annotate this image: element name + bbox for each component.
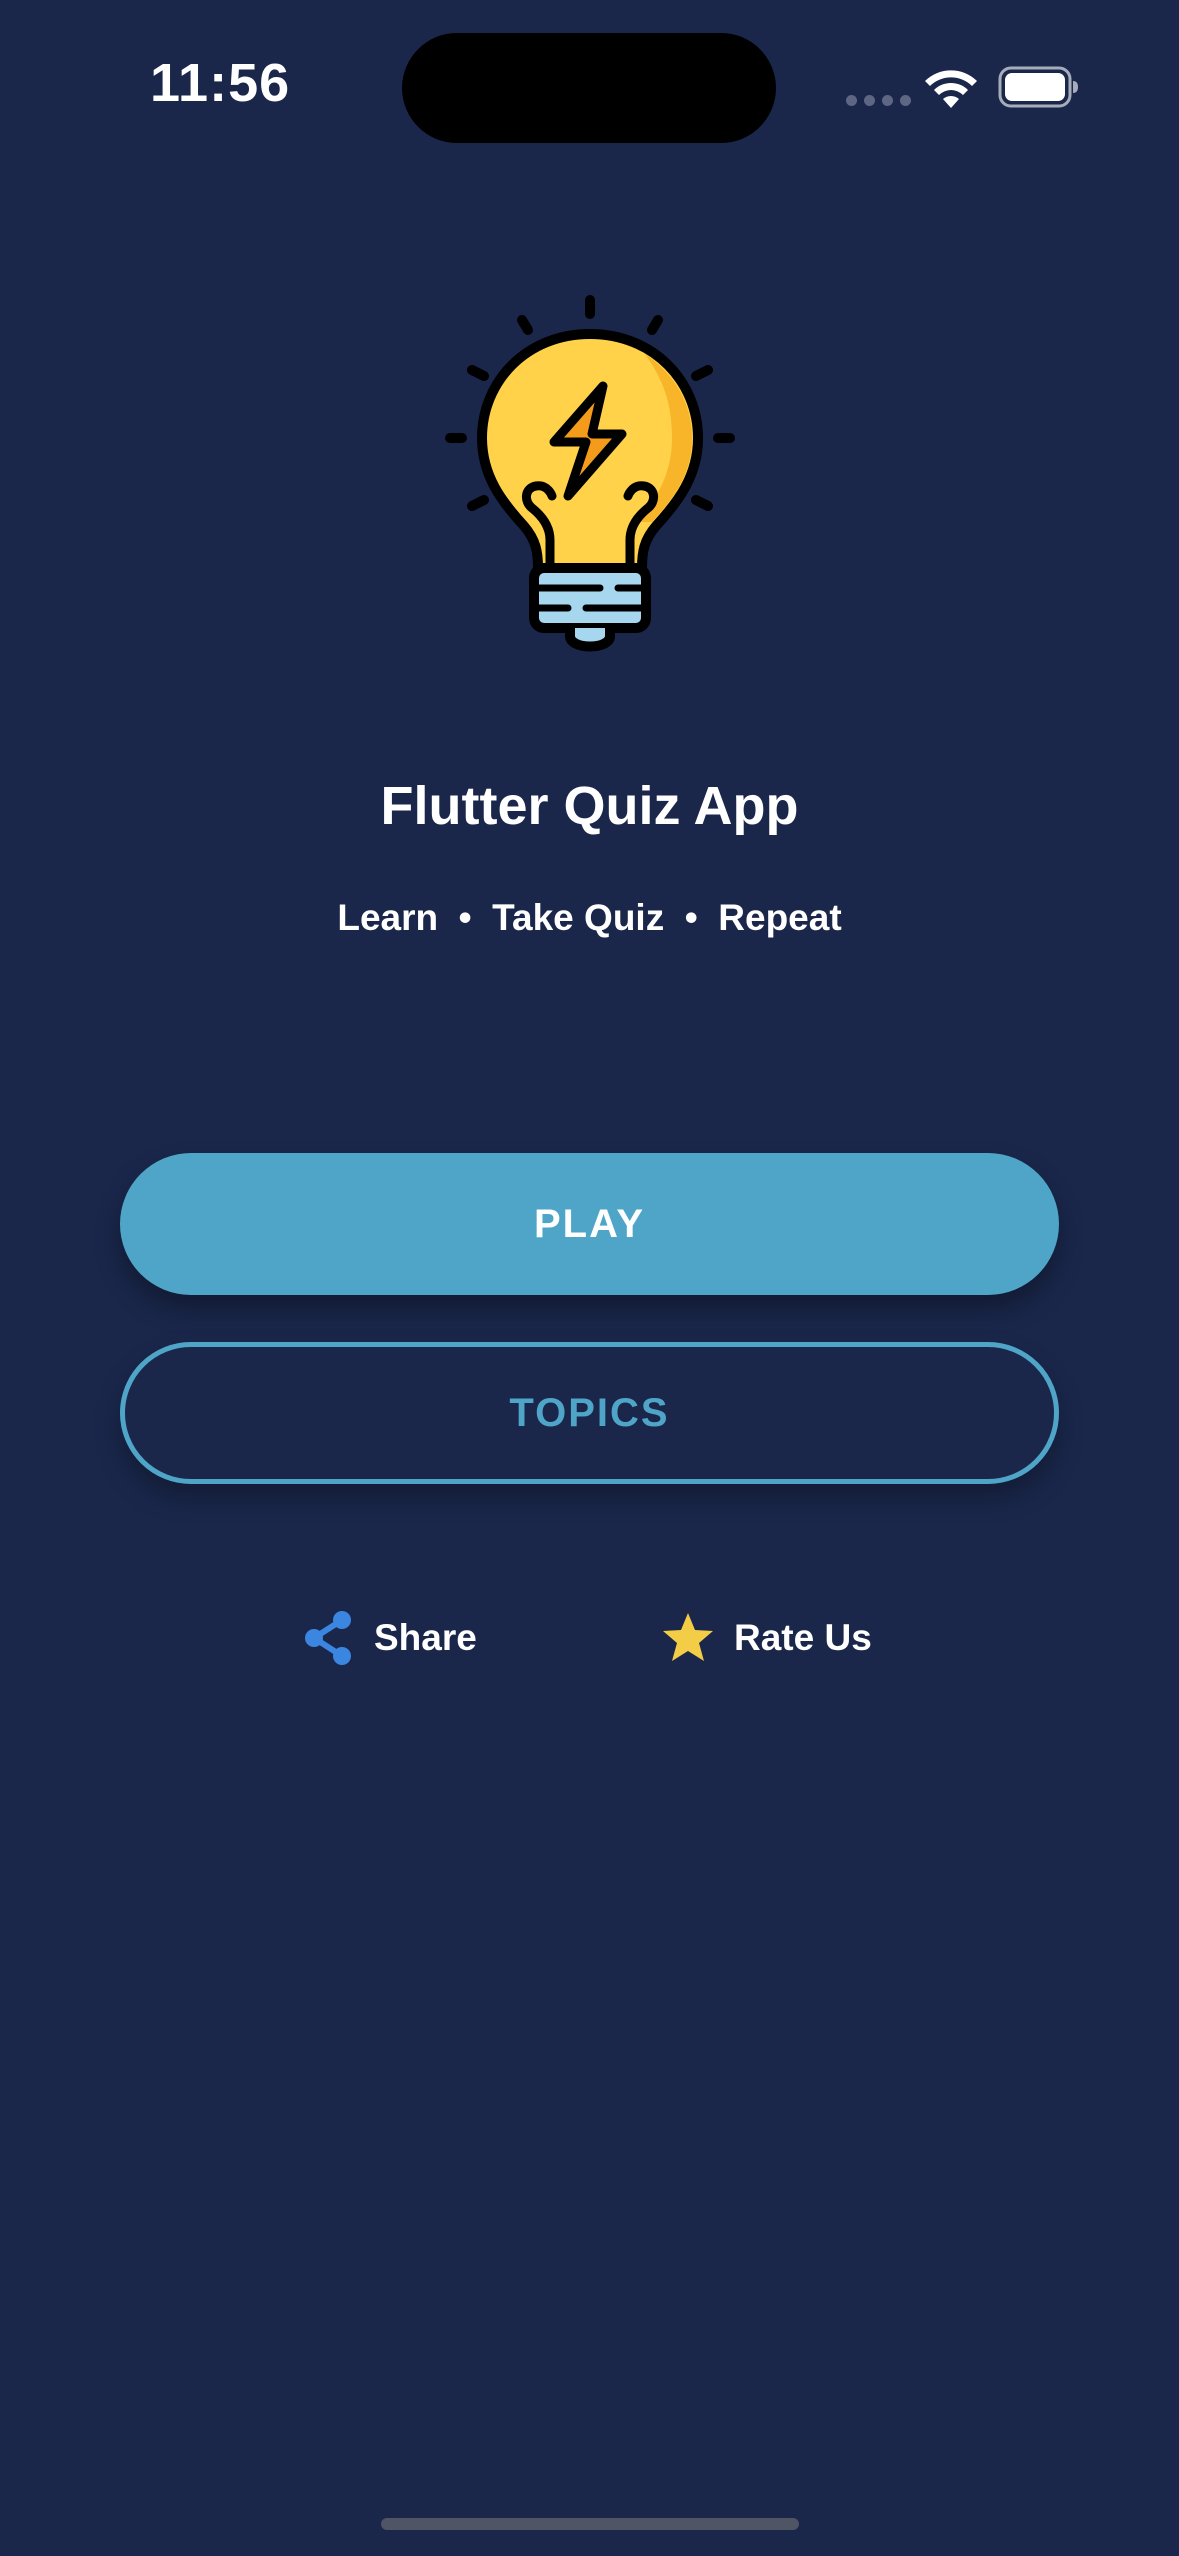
- status-bar: 11:56: [0, 0, 1179, 160]
- lightbulb-lightning-icon: [445, 295, 735, 652]
- play-button[interactable]: PLAY: [120, 1153, 1059, 1295]
- share-label: Share: [374, 1617, 477, 1658]
- dynamic-island: [402, 33, 776, 143]
- rate-us-label: Rate Us: [734, 1617, 872, 1658]
- status-time: 11:56: [150, 53, 291, 113]
- home-indicator[interactable]: [381, 2518, 799, 2530]
- share-icon: [305, 1611, 351, 1665]
- share-button[interactable]: Share: [302, 1603, 477, 1673]
- star-icon: [663, 1613, 713, 1661]
- signal-icon: [846, 95, 911, 106]
- tagline: Learn • Take Quiz • Repeat: [337, 897, 842, 938]
- topics-button[interactable]: TOPICS: [120, 1342, 1059, 1484]
- wifi-icon: [925, 70, 977, 108]
- rate-us-button[interactable]: Rate Us: [662, 1603, 872, 1673]
- battery-icon: [998, 66, 1078, 108]
- app-title: Flutter Quiz App: [380, 776, 799, 836]
